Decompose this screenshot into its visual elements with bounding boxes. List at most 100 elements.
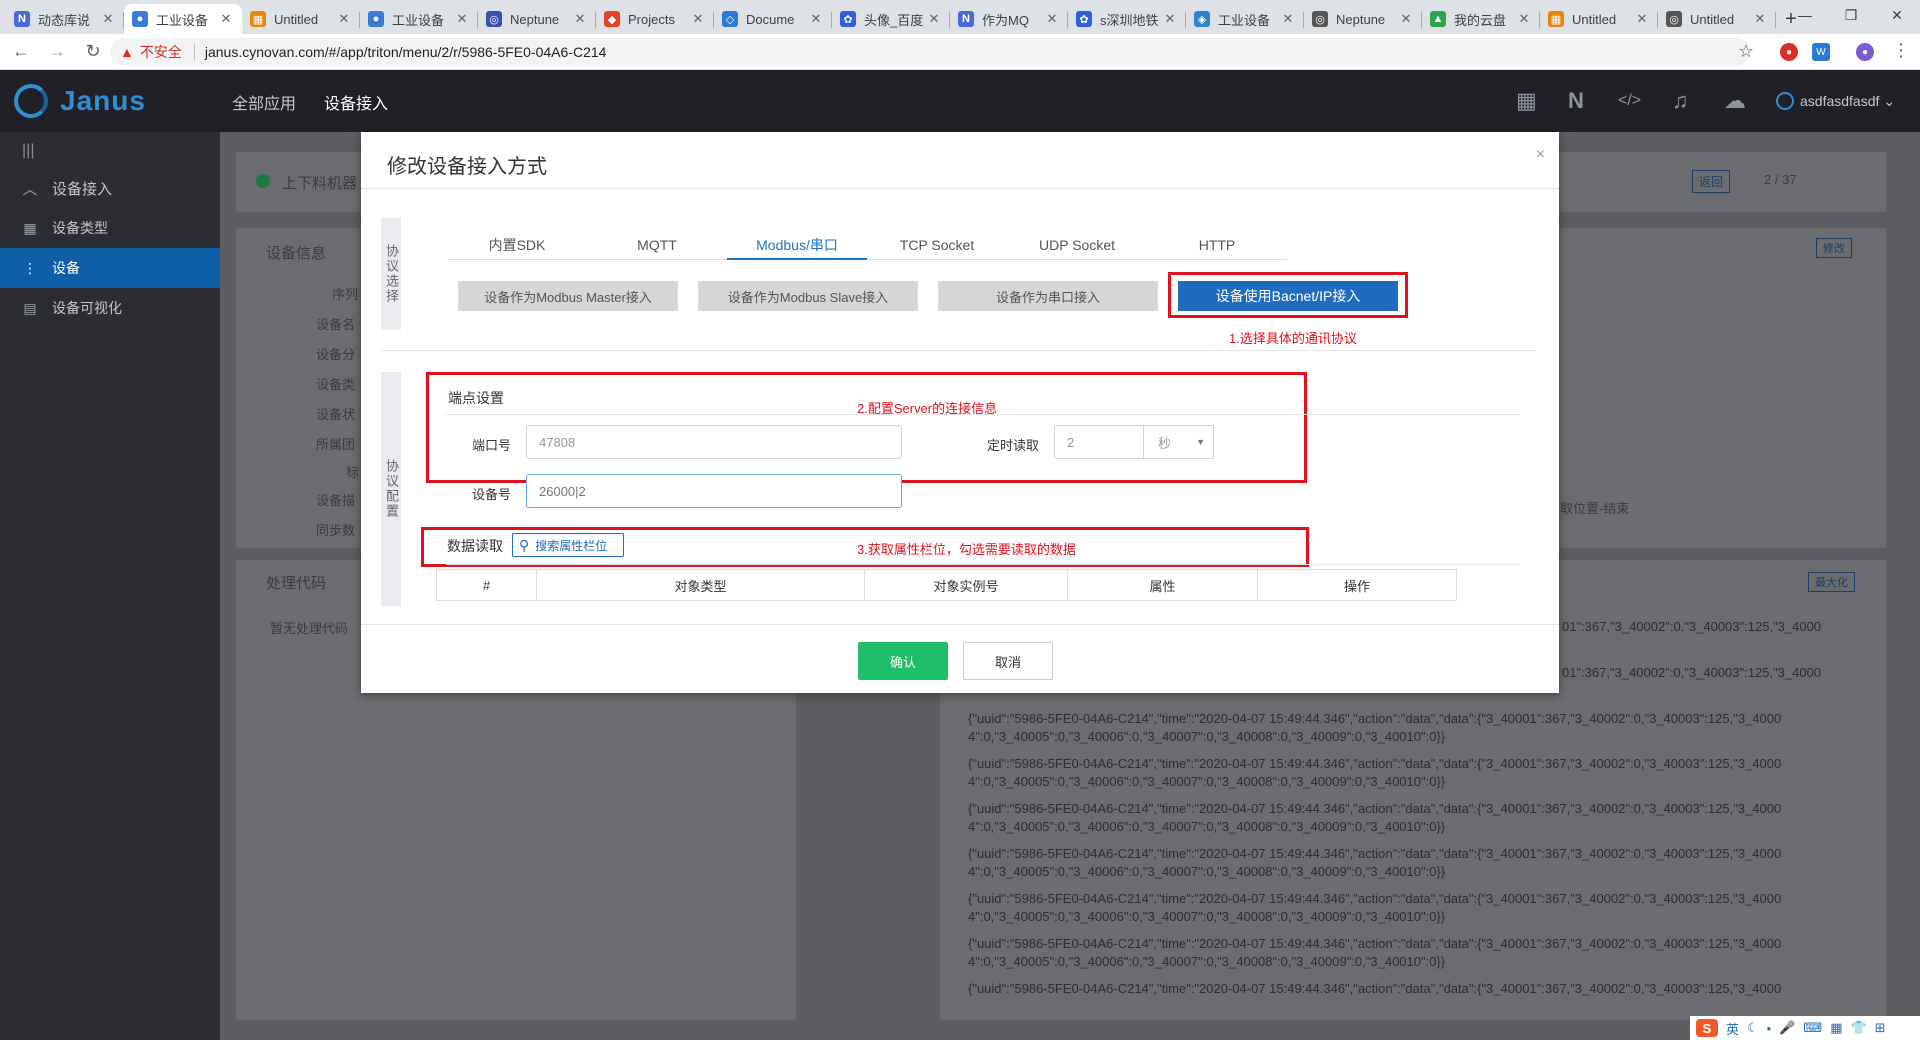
caret-down-icon: ▼: [1196, 437, 1205, 447]
tab-close-icon[interactable]: ✕: [1752, 11, 1768, 27]
tab-close-icon[interactable]: ✕: [218, 11, 234, 27]
back-button[interactable]: 返回: [1692, 170, 1731, 193]
browser-tab[interactable]: ◎ Neptune ✕: [478, 4, 596, 34]
tab-sdk[interactable]: 内置SDK: [447, 232, 587, 259]
grid-apps-icon[interactable]: ▦: [1516, 88, 1537, 114]
apps-icon[interactable]: ▦: [1830, 1020, 1842, 1036]
tab-close-icon[interactable]: ✕: [808, 11, 824, 27]
browser-tab[interactable]: N 动态库说 ✕: [6, 4, 124, 34]
tab-modbus[interactable]: Modbus/串口: [727, 232, 867, 260]
device-no-input[interactable]: 26000|2: [526, 474, 902, 508]
janus-logo[interactable]: Janus: [14, 84, 146, 118]
browser-tab[interactable]: ◎ Neptune ✕: [1304, 4, 1422, 34]
restore-icon[interactable]: ❐: [1828, 0, 1874, 30]
user-menu[interactable]: asdfasdfasdf ⌄: [1776, 92, 1895, 110]
code-icon[interactable]: </>: [1618, 92, 1641, 110]
reload-icon[interactable]: ↻: [78, 37, 108, 67]
field-label: 设备分: [316, 347, 356, 362]
field-label: 所属团: [316, 437, 356, 452]
tab-udp-socket[interactable]: UDP Socket: [1007, 232, 1147, 259]
chevron-up-icon: ︿: [22, 180, 38, 198]
bookmark-star-icon[interactable]: ☆: [1738, 41, 1754, 62]
close-icon[interactable]: ×: [1536, 146, 1545, 164]
browser-tab[interactable]: N 作为MQ ✕: [950, 4, 1068, 34]
sidebar-item-device-types[interactable]: ▦ 设备类型: [0, 208, 220, 248]
tab-label: Untitled: [1572, 11, 1617, 27]
browser-tab[interactable]: ✿ 头像_百度 ✕: [832, 4, 950, 34]
extension-red-icon[interactable]: ●: [1780, 43, 1798, 61]
browser-tab[interactable]: ▦ Untitled ✕: [1540, 4, 1658, 34]
tab-close-icon[interactable]: ✕: [1044, 11, 1060, 27]
tab-close-icon[interactable]: ✕: [100, 11, 116, 27]
edit-button[interactable]: 修改: [1816, 238, 1852, 258]
sidebar: ||| ︿ 设备接入 ▦ 设备类型 ⋮ 设备 ▤ 设备可视化: [0, 132, 220, 1040]
profile-icon[interactable]: ●: [1856, 43, 1874, 61]
vertical-label-text: 协议配置: [384, 459, 399, 519]
extension-word-icon[interactable]: W: [1812, 43, 1830, 61]
forward-arrow-icon[interactable]: →: [42, 37, 72, 67]
tab-close-icon[interactable]: ✕: [1634, 11, 1650, 27]
ime-lang[interactable]: 英: [1726, 1019, 1739, 1038]
dot-icon[interactable]: •: [1767, 1021, 1772, 1036]
browser-tab[interactable]: ◎ Untitled ✕: [1658, 4, 1776, 34]
close-window-icon[interactable]: ✕: [1874, 0, 1920, 30]
tab-close-icon[interactable]: ✕: [1162, 11, 1178, 27]
browser-tab[interactable]: ▦ Untitled ✕: [242, 4, 360, 34]
back-arrow-icon[interactable]: ←: [6, 37, 36, 67]
browser-menu-icon[interactable]: ⋮: [1892, 40, 1910, 61]
search-attributes-button[interactable]: ⚲ 搜索属性栏位: [512, 533, 624, 557]
tab-close-icon[interactable]: ✕: [572, 11, 588, 27]
tab-close-icon[interactable]: ✕: [926, 11, 942, 27]
bell-icon[interactable]: ♫: [1672, 88, 1689, 114]
tab-mqtt[interactable]: MQTT: [587, 232, 727, 259]
modbus-slave-button[interactable]: 设备作为Modbus Slave接入: [698, 281, 918, 311]
shirt-icon[interactable]: 👕: [1850, 1020, 1866, 1036]
moon-icon[interactable]: ☾: [1747, 1020, 1759, 1036]
modbus-master-button[interactable]: 设备作为Modbus Master接入: [458, 281, 678, 311]
tab-close-icon[interactable]: ✕: [336, 11, 352, 27]
sidebar-item-devices[interactable]: ⋮ 设备: [0, 248, 220, 288]
browser-tab[interactable]: ● 工业设备 ✕: [360, 4, 478, 34]
tab-close-icon[interactable]: ✕: [1516, 11, 1532, 27]
sidebar-item-visualization[interactable]: ▤ 设备可视化: [0, 288, 220, 328]
browser-tab[interactable]: ✿ s深圳地铁 ✕: [1068, 4, 1186, 34]
grid-tray-icon[interactable]: ⊞: [1875, 1020, 1886, 1036]
port-input[interactable]: 47808: [526, 425, 902, 459]
tab-close-icon[interactable]: ✕: [1398, 11, 1414, 27]
cloud-icon[interactable]: ☁: [1724, 88, 1746, 114]
tab-tcp-socket[interactable]: TCP Socket: [867, 232, 1007, 259]
browser-tab[interactable]: ◈ 工业设备 ✕: [1186, 4, 1304, 34]
tab-label: 头像_百度: [864, 12, 924, 28]
browser-tab[interactable]: ▲ 我的云盘 ✕: [1422, 4, 1540, 34]
timer-input[interactable]: 2: [1054, 425, 1144, 459]
nav-all-apps[interactable]: 全部应用: [232, 90, 296, 114]
browser-tab[interactable]: ◇ Docume ✕: [714, 4, 832, 34]
browser-tab[interactable]: ◆ Projects ✕: [596, 4, 714, 34]
nav-device-access[interactable]: 设备接入: [324, 90, 388, 114]
url-omnibox[interactable]: ▲ 不安全 janus.cynovan.com/#/app/triton/men…: [110, 38, 1750, 66]
sidebar-group-device-access[interactable]: ︿ 设备接入: [0, 168, 220, 208]
browser-tab[interactable]: ● 工业设备 ✕: [124, 4, 242, 34]
mic-icon[interactable]: 🎤: [1779, 1020, 1795, 1036]
timer-unit-select[interactable]: 秒 ▼: [1144, 425, 1214, 459]
n-brand-icon[interactable]: N: [1568, 88, 1584, 114]
tab-http[interactable]: HTTP: [1147, 232, 1287, 259]
serial-port-button[interactable]: 设备作为串口接入: [938, 281, 1158, 311]
minimize-icon[interactable]: —: [1782, 0, 1828, 30]
tab-close-icon[interactable]: ✕: [690, 11, 706, 27]
tab-close-icon[interactable]: ✕: [454, 11, 470, 27]
maximize-button[interactable]: 最大化: [1808, 572, 1855, 592]
tab-favicon-icon: ●: [368, 11, 384, 27]
grid-icon: ▦: [23, 219, 37, 236]
logo-text: Janus: [60, 85, 146, 116]
tab-label: 我的云盘: [1454, 12, 1507, 28]
keyboard-icon[interactable]: ⌨: [1803, 1020, 1822, 1036]
confirm-button[interactable]: 确认: [858, 642, 948, 680]
tab-close-icon[interactable]: ✕: [1280, 11, 1296, 27]
pager[interactable]: 2 / 37: [1764, 172, 1797, 187]
cancel-button[interactable]: 取消: [963, 642, 1053, 680]
sidebar-item-label: 设备: [52, 260, 80, 276]
sidebar-toggle-icon[interactable]: |||: [0, 132, 220, 168]
device-name: 上下料机器: [282, 175, 358, 192]
sogou-ime-icon[interactable]: S: [1696, 1019, 1718, 1037]
